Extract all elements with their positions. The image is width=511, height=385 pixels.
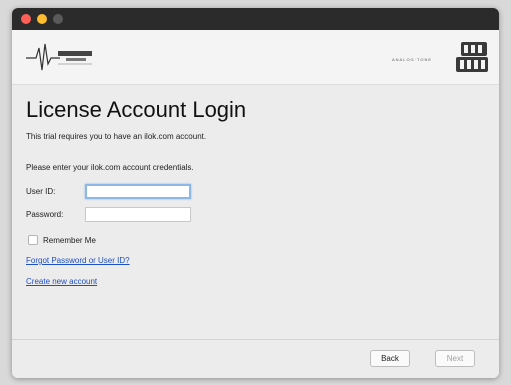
trial-requirement-text: This trial requires you to have an ilok.… (26, 132, 207, 141)
back-button[interactable]: Back (370, 350, 410, 367)
header-banner: ANALOG·TONE (12, 30, 499, 85)
user-id-label: User ID: (26, 187, 56, 196)
suhr-logo-icon (26, 43, 92, 71)
cory-wong-logo-icon (454, 40, 490, 74)
close-window-button[interactable] (21, 14, 31, 24)
next-button[interactable]: Next (435, 350, 475, 367)
create-account-link[interactable]: Create new account (26, 277, 97, 286)
zoom-window-button[interactable] (53, 14, 63, 24)
forgot-password-link[interactable]: Forgot Password or User ID? (26, 256, 130, 265)
remember-me-label: Remember Me (43, 235, 96, 245)
footer-bar: Back Next (12, 339, 499, 378)
title-bar (12, 8, 499, 30)
license-login-window: ANALOG·TONE License Account Login This t… (12, 8, 499, 378)
brand-text: ANALOG·TONE (392, 57, 433, 62)
minimize-window-button[interactable] (37, 14, 47, 24)
credentials-instructions: Please enter your ilok.com account crede… (26, 163, 194, 172)
remember-me-option[interactable]: Remember Me (28, 235, 96, 245)
user-id-input[interactable] (85, 184, 191, 199)
remember-me-checkbox[interactable] (28, 235, 38, 245)
password-label: Password: (26, 210, 64, 219)
page-title: License Account Login (26, 97, 247, 122)
password-input[interactable] (85, 207, 191, 222)
